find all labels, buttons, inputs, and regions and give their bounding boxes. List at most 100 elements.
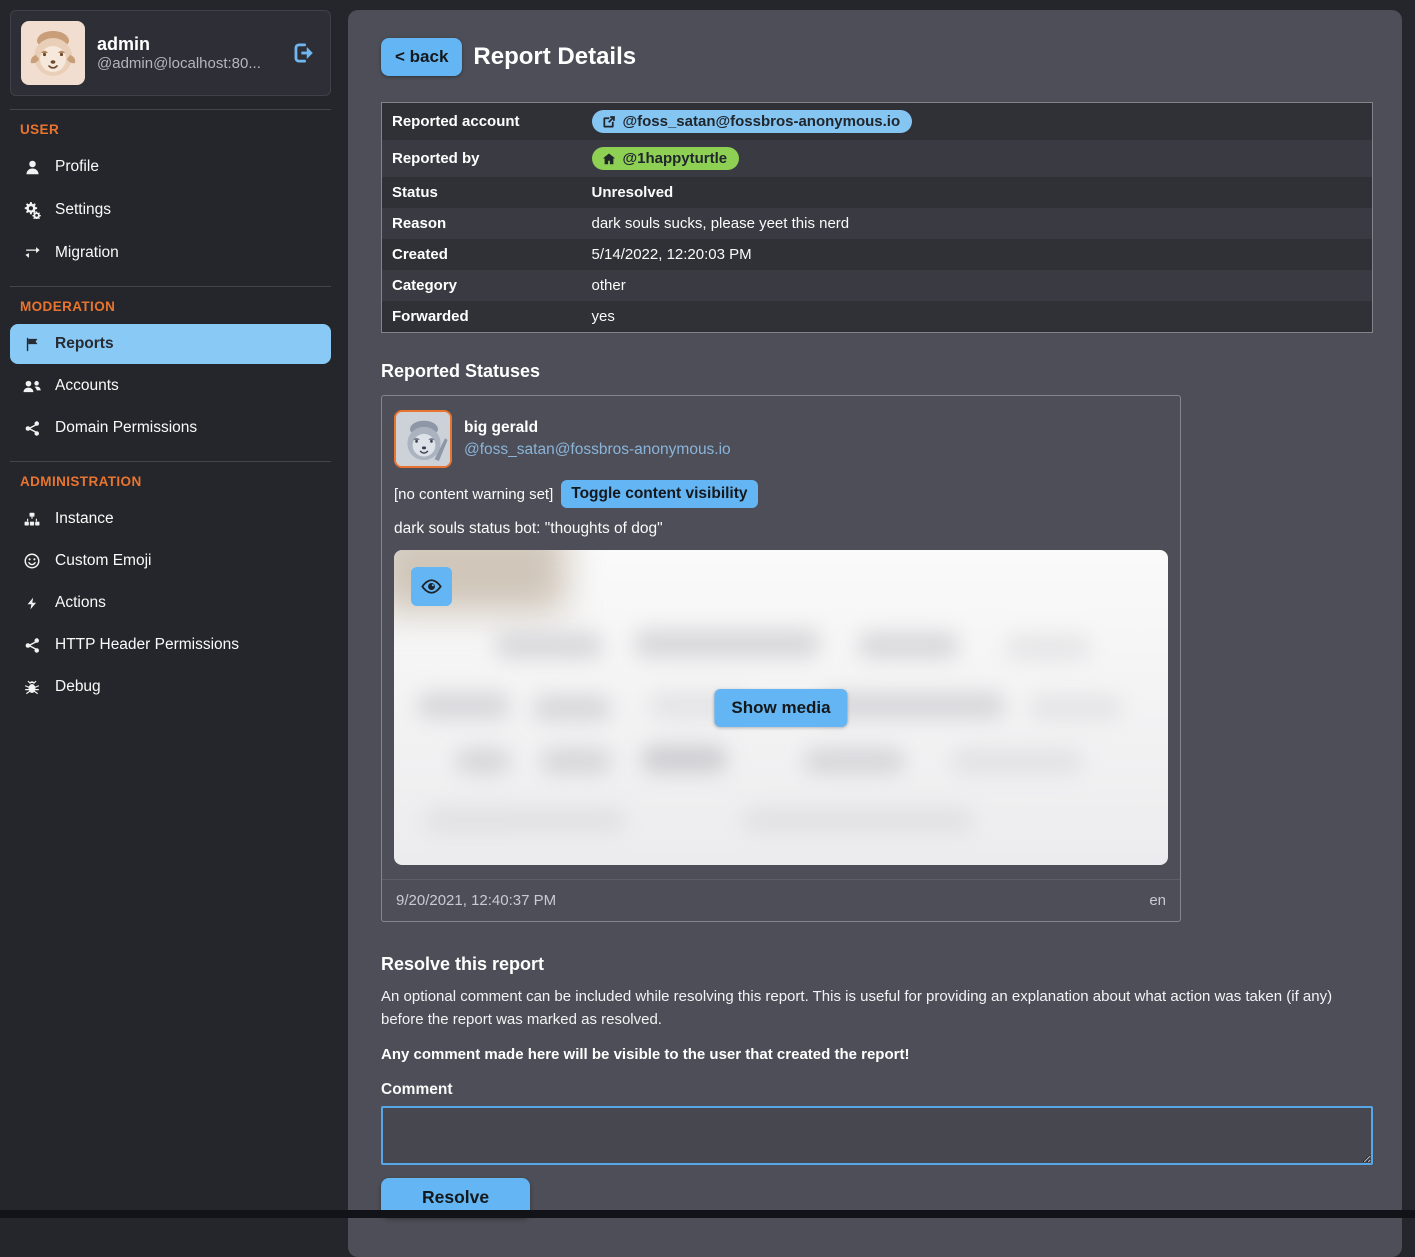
category-value: other (582, 270, 1373, 301)
sidebar-item-label: Migration (55, 244, 119, 262)
status-media-blurred[interactable]: Show media (394, 550, 1168, 865)
row-label: Created (382, 239, 582, 270)
blur-blob (541, 748, 611, 774)
table-row-created: Created 5/14/2022, 12:20:03 PM (382, 239, 1373, 270)
resolve-warning: Any comment made here will be visible to… (381, 1046, 1373, 1063)
blur-blob (1029, 695, 1122, 720)
avatar (394, 410, 452, 468)
sitemap-icon (22, 511, 42, 528)
reason-value: dark souls sucks, please yeet this nerd (582, 208, 1373, 239)
table-row-status: Status Unresolved (382, 177, 1373, 208)
sidebar-item-instance[interactable]: Instance (10, 499, 331, 539)
sidebar-item-actions[interactable]: Actions (10, 583, 331, 623)
sidebar-item-accounts[interactable]: Accounts (10, 366, 331, 406)
show-media-button[interactable]: Show media (714, 689, 847, 727)
status-content-text: dark souls status bot: "thoughts of dog" (394, 520, 1168, 538)
blur-blob (634, 629, 820, 658)
section-heading-user: USER (10, 120, 331, 139)
blur-blob (804, 748, 905, 774)
main-wrap: < back Report Details Reported account (348, 0, 1415, 1257)
sidebar-item-label: Reports (55, 335, 114, 353)
user-card[interactable]: admin @admin@localhost:80... (10, 10, 331, 96)
user-handle: @admin@localhost:80... (97, 55, 276, 72)
users-icon (22, 378, 42, 395)
comment-input[interactable] (381, 1106, 1373, 1165)
sidebar-item-label: Actions (55, 594, 106, 612)
sidebar-item-label: Settings (55, 201, 111, 219)
status-author: big gerald @foss_satan@fossbros-anonymou… (464, 419, 731, 459)
comment-label: Comment (381, 1081, 1373, 1099)
sidebar-item-label: Profile (55, 158, 99, 176)
row-label: Category (382, 270, 582, 301)
sign-out-icon (290, 40, 316, 66)
report-info-table: Reported account @foss_satan@fossbros-an… (381, 102, 1373, 333)
row-label: Reason (382, 208, 582, 239)
reported-by-pill[interactable]: @1happyturtle (592, 147, 740, 170)
forwarded-value: yes (582, 301, 1373, 333)
resolve-heading: Resolve this report (381, 954, 1373, 975)
sidebar-item-label: Debug (55, 678, 101, 696)
status-display-name: big gerald (464, 419, 731, 437)
user-meta: admin @admin@localhost:80... (97, 34, 276, 72)
transfer-arrows-icon (22, 243, 42, 262)
content-warning-row: [no content warning set] Toggle content … (394, 480, 1168, 508)
sidebar-item-debug[interactable]: Debug (10, 667, 331, 707)
blur-blob (820, 692, 1006, 719)
section-heading-moderation: MODERATION (10, 297, 331, 316)
reported-statuses-heading: Reported Statuses (381, 361, 1373, 382)
resolve-description: An optional comment can be included whil… (381, 985, 1373, 1032)
smiley-icon (22, 552, 42, 570)
bolt-icon (22, 595, 42, 612)
logout-button[interactable] (288, 38, 318, 68)
row-label: Reported account (382, 103, 582, 141)
hide-media-eye-button[interactable] (411, 567, 452, 606)
status-author-handle-link[interactable]: @foss_satan@fossbros-anonymous.io (464, 441, 731, 459)
divider (10, 461, 331, 462)
sidebar-item-settings[interactable]: Settings (10, 189, 331, 230)
house-icon (602, 152, 616, 166)
row-label: Forwarded (382, 301, 582, 333)
table-row-forwarded: Forwarded yes (382, 301, 1373, 333)
toggle-content-visibility-button[interactable]: Toggle content visibility (561, 480, 757, 508)
status-header: big gerald @foss_satan@fossbros-anonymou… (394, 410, 1168, 468)
back-button[interactable]: < back (381, 38, 462, 76)
sidebar-item-domain-permissions[interactable]: Domain Permissions (10, 408, 331, 448)
table-row-category: Category other (382, 270, 1373, 301)
user-icon (22, 159, 42, 176)
report-details-panel: < back Report Details Reported account (348, 10, 1402, 1257)
share-nodes-icon (22, 420, 42, 437)
blur-blob (456, 748, 510, 774)
table-row-reported-by: Reported by @1happyturtle (382, 140, 1373, 177)
user-name: admin (97, 34, 276, 55)
reported-status-card: big gerald @foss_satan@fossbros-anonymou… (381, 395, 1181, 922)
divider (10, 109, 331, 110)
flag-icon (22, 336, 42, 353)
sidebar-item-label: Instance (55, 510, 114, 528)
table-row-reported-account: Reported account @foss_satan@fossbros-an… (382, 103, 1373, 141)
reported-account-handle: @foss_satan@fossbros-anonymous.io (623, 113, 901, 130)
sidebar-item-reports[interactable]: Reports (10, 324, 331, 364)
sidebar-item-label: HTTP Header Permissions (55, 636, 239, 654)
sidebar-item-http-header-permissions[interactable]: HTTP Header Permissions (10, 625, 331, 665)
sidebar-item-profile[interactable]: Profile (10, 147, 331, 187)
row-label: Status (382, 177, 582, 208)
reported-by-handle: @1happyturtle (623, 150, 728, 167)
blur-blob (742, 808, 974, 832)
blur-blob (417, 692, 510, 719)
section-heading-administration: ADMINISTRATION (10, 472, 331, 491)
content-warning-text: [no content warning set] (394, 486, 553, 503)
sidebar-item-custom-emoji[interactable]: Custom Emoji (10, 541, 331, 581)
blur-blob (425, 808, 626, 832)
reported-account-pill[interactable]: @foss_satan@fossbros-anonymous.io (592, 110, 913, 133)
status-value: Unresolved (582, 177, 1373, 208)
share-nodes-icon (22, 637, 42, 654)
blur-blob (495, 632, 603, 659)
divider (10, 286, 331, 287)
title-row: < back Report Details (381, 38, 1373, 76)
status-language-tag: en (1149, 892, 1166, 909)
external-link-icon (602, 115, 616, 129)
created-value: 5/14/2022, 12:20:03 PM (582, 239, 1373, 270)
sidebar-item-migration[interactable]: Migration (10, 232, 331, 273)
sidebar-item-label: Custom Emoji (55, 552, 151, 570)
table-row-reason: Reason dark souls sucks, please yeet thi… (382, 208, 1373, 239)
